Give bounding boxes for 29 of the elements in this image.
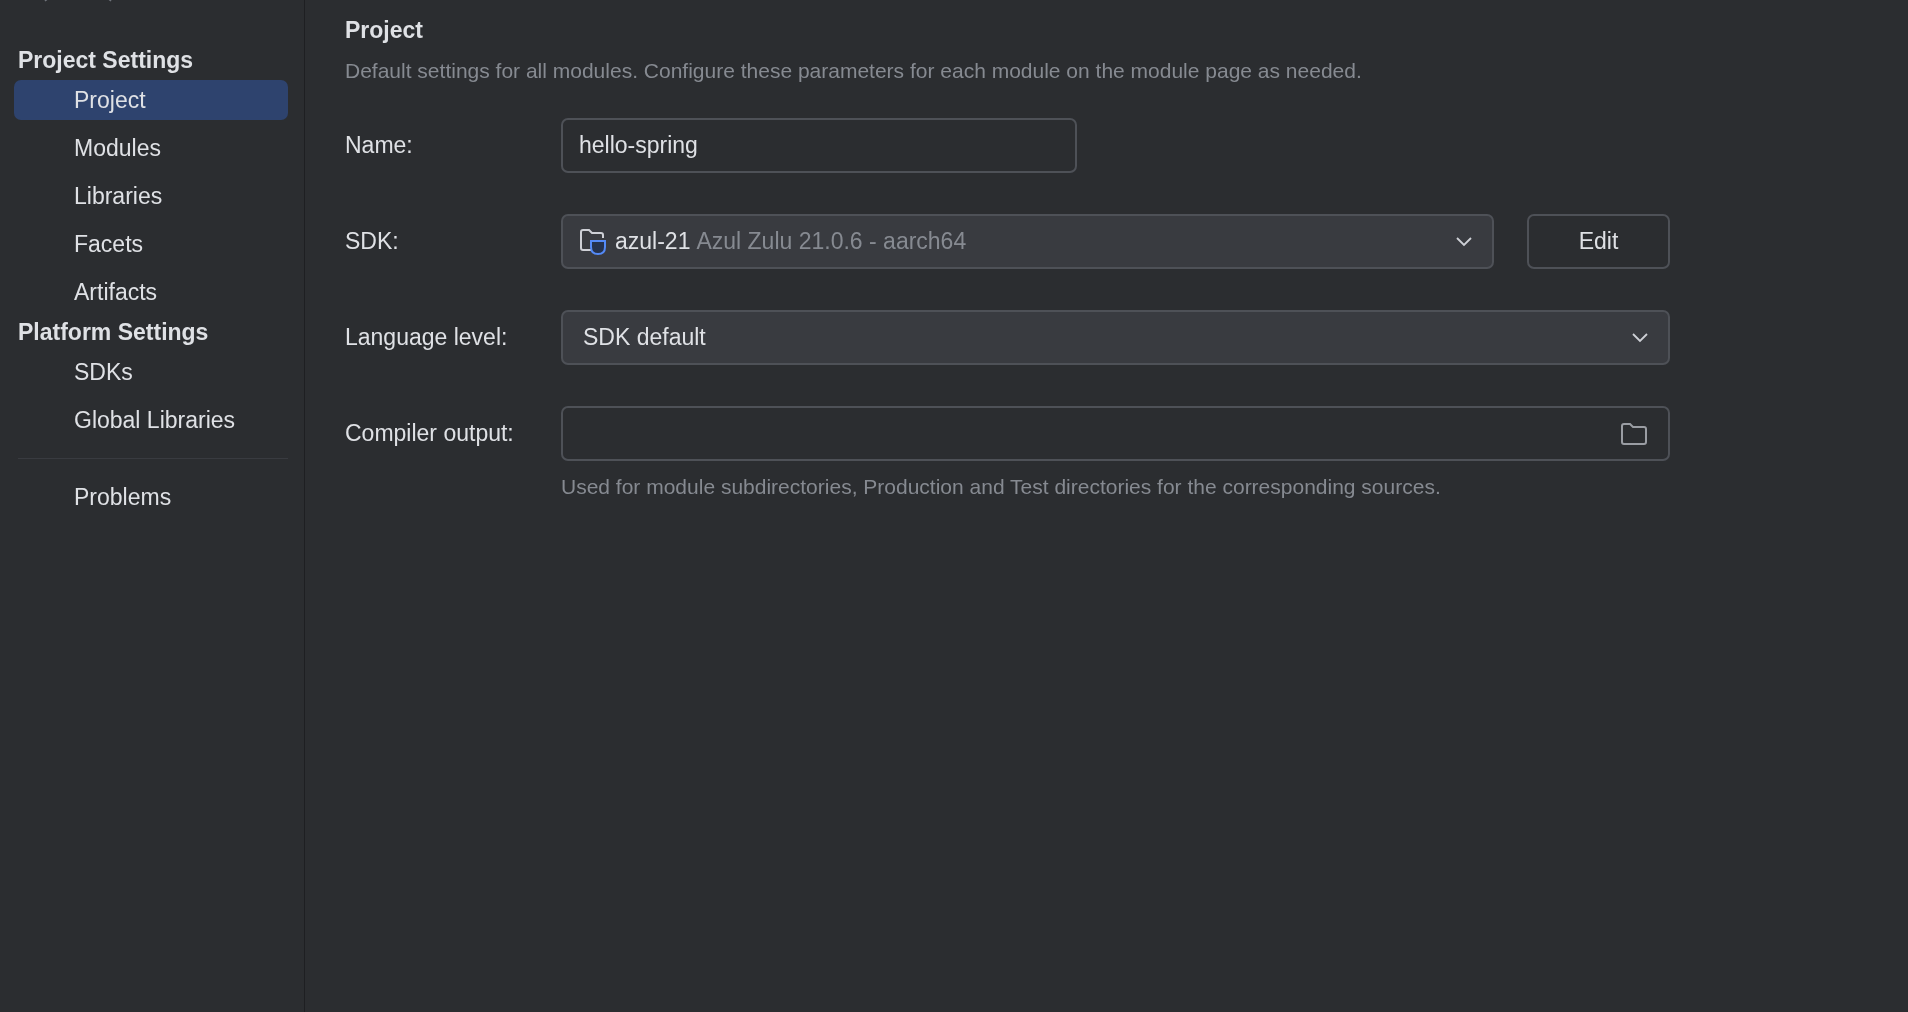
chevron-down-icon bbox=[1456, 236, 1472, 247]
sidebar-item[interactable]: Modules bbox=[14, 128, 288, 168]
sidebar-item[interactable]: Artifacts bbox=[14, 272, 288, 312]
sdk-name: azul-21 bbox=[615, 228, 691, 255]
field-label: Compiler output: bbox=[345, 420, 515, 447]
sidebar-item[interactable]: Facets bbox=[14, 224, 288, 264]
chevron-down-icon bbox=[1632, 332, 1648, 343]
dropdown-value: SDK default bbox=[582, 324, 706, 351]
sdk-detail: Azul Zulu 21.0.6 - aarch64 bbox=[696, 228, 967, 255]
section-heading: Project Settings bbox=[17, 46, 195, 75]
section-heading: Platform Settings bbox=[17, 318, 210, 347]
sidebar-item[interactable]: Project bbox=[14, 80, 288, 120]
field-label: Language level: bbox=[345, 324, 509, 351]
sidebar-item[interactable]: Libraries bbox=[14, 176, 288, 216]
folder-cup-icon bbox=[579, 227, 609, 256]
field-label: SDK: bbox=[345, 228, 400, 255]
language-level-dropdown[interactable]: SDK default bbox=[561, 310, 1670, 365]
folder-icon[interactable] bbox=[1620, 421, 1648, 446]
sdk-dropdown[interactable]: azul-21 Azul Zulu 21.0.6 - aarch64 bbox=[561, 214, 1494, 269]
hint-text: Used for module subdirectories, Production and Test directories for the corresponding sources. bbox=[561, 475, 1442, 499]
compiler-output-field[interactable] bbox=[561, 406, 1670, 461]
page-title: Project bbox=[345, 16, 424, 45]
sidebar-item[interactable]: Global Libraries bbox=[14, 400, 288, 440]
field-label: Name: bbox=[345, 132, 414, 159]
name-field[interactable]: hello-spring bbox=[561, 118, 1077, 173]
sidebar-item[interactable]: SDKs bbox=[14, 352, 288, 392]
sidebar-item[interactable]: Problems bbox=[14, 477, 288, 517]
description-text: Default settings for all modules. Configure these parameters for each module on the module page as needed. bbox=[345, 58, 1363, 84]
edit-button[interactable]: Edit bbox=[1527, 214, 1670, 269]
